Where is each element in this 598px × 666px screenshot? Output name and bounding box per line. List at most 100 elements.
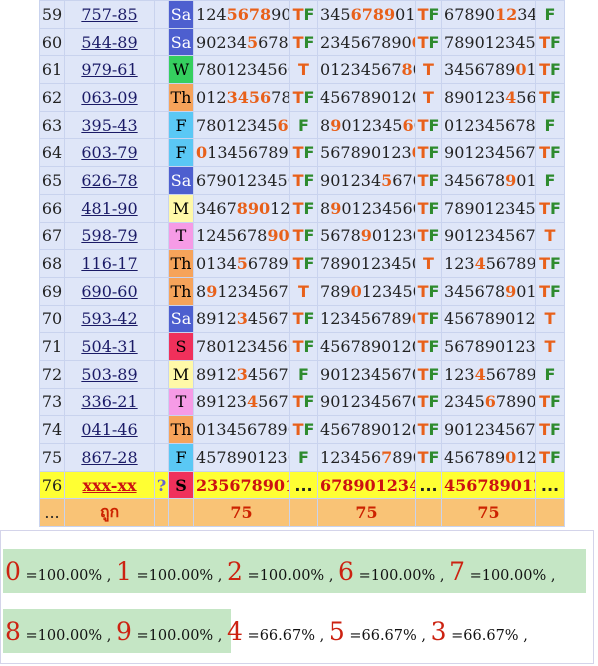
- digit: 0: [454, 226, 465, 246]
- draw-code-cell[interactable]: 544-89: [64, 27, 155, 57]
- digit: 6: [340, 420, 351, 440]
- draw-code-cell[interactable]: 481-90: [64, 193, 155, 223]
- result-letter: T: [539, 143, 550, 163]
- digit: 3: [382, 281, 393, 301]
- digit: 6: [268, 364, 279, 384]
- draw-code-cell[interactable]: 593-42: [64, 304, 155, 334]
- draw-code-link[interactable]: 116-17: [81, 254, 137, 273]
- draw-code-link[interactable]: 041-46: [81, 420, 137, 439]
- day-badge: M: [168, 193, 194, 223]
- row-number: 75: [39, 443, 65, 472]
- draw-code-link[interactable]: 481-90: [81, 199, 137, 218]
- digit: 1: [526, 60, 534, 79]
- result-cell: TF: [535, 55, 565, 85]
- digit-set: 9012345670: [441, 415, 536, 444]
- digit: 8: [281, 88, 288, 107]
- digit: 5: [505, 226, 516, 246]
- draw-code-link[interactable]: 979-61: [81, 60, 137, 79]
- digit: 8: [330, 281, 341, 301]
- digit: 8: [391, 309, 402, 329]
- result-cell: TF: [289, 83, 318, 112]
- draw-code-link[interactable]: xxx-xx: [82, 476, 136, 495]
- digit: 1: [526, 282, 534, 301]
- draw-code-cell[interactable]: 867-28: [64, 443, 155, 472]
- draw-code-cell[interactable]: 757-85: [64, 0, 155, 29]
- draw-code-cell[interactable]: 041-46: [64, 415, 155, 444]
- digit: 6: [464, 447, 475, 467]
- digit-set: 2345678900: [317, 27, 416, 57]
- empty-cell: [415, 498, 442, 528]
- digit: 3: [505, 32, 516, 52]
- digit: 3: [464, 254, 475, 274]
- draw-code-link[interactable]: 867-28: [81, 448, 137, 467]
- draw-code-link[interactable]: 544-89: [81, 33, 137, 52]
- digit: 1: [270, 198, 281, 218]
- digit: 9: [402, 447, 413, 467]
- draw-code-cell[interactable]: 626-78: [64, 166, 155, 195]
- draw-code-link[interactable]: 336-21: [81, 392, 137, 411]
- digit-set: 7890123450: [441, 27, 536, 57]
- draw-code-link[interactable]: 603-79: [81, 143, 137, 162]
- draw-code-link[interactable]: 504-31: [81, 337, 137, 356]
- draw-code-cell[interactable]: 063-09: [64, 83, 155, 112]
- digit: 6: [340, 337, 351, 357]
- digit: 6: [402, 198, 413, 218]
- draw-code-cell[interactable]: 336-21: [64, 387, 155, 417]
- day-badge: Sa: [168, 166, 194, 195]
- result-cell: ...: [289, 470, 318, 500]
- draw-code-link[interactable]: 598-79: [81, 226, 137, 245]
- empty-cell: [154, 359, 169, 389]
- draw-code-cell[interactable]: 116-17: [64, 249, 155, 278]
- result-letter: F: [428, 115, 440, 135]
- draw-code-link[interactable]: 626-78: [81, 171, 137, 190]
- digit: 7: [401, 364, 412, 384]
- digit: 8: [350, 226, 361, 246]
- draw-code-link[interactable]: 503-89: [81, 365, 137, 384]
- digit: 3: [402, 226, 413, 246]
- result-cell: TF: [289, 166, 318, 195]
- draw-code-link[interactable]: 757-85: [81, 5, 137, 24]
- stat-percent: =100.00%: [469, 568, 547, 584]
- draw-code-link[interactable]: 063-09: [81, 88, 137, 107]
- digit: 3: [246, 60, 258, 80]
- row-number: 65: [39, 166, 65, 195]
- draw-code-cell[interactable]: 598-79: [64, 221, 155, 251]
- digit: 5: [267, 115, 278, 135]
- draw-code-cell[interactable]: 603-79: [64, 138, 155, 168]
- result-letter: T: [544, 309, 556, 329]
- digit: 7: [320, 254, 331, 274]
- digit: 8: [196, 364, 207, 384]
- draw-code-link[interactable]: 593-42: [81, 309, 137, 328]
- empty-cell: [154, 387, 169, 417]
- stat-percent: =100.00%: [247, 568, 325, 584]
- digit: 4: [216, 226, 227, 246]
- result-letter: T: [292, 143, 304, 163]
- draw-code-cell[interactable]: 979-61: [64, 55, 155, 85]
- digit: 1: [257, 447, 268, 467]
- digit: 1: [320, 447, 331, 467]
- digit-set: 7890123450: [317, 249, 416, 278]
- draw-code-link[interactable]: 690-60: [81, 282, 137, 301]
- digit-stat: 2 =100.00% ,: [227, 557, 339, 586]
- draw-code-cell[interactable]: 395-43: [64, 110, 155, 140]
- digit: 9: [206, 309, 217, 329]
- result-letter: T: [292, 170, 304, 190]
- digit: 4: [444, 447, 455, 467]
- digit: 1: [361, 281, 372, 301]
- digit: 9: [370, 337, 382, 357]
- draw-code-cell[interactable]: 504-31: [64, 332, 155, 361]
- digit: 9: [526, 365, 534, 384]
- draw-code-cell[interactable]: 503-89: [64, 359, 155, 389]
- digit-set: 1234567890: [317, 304, 416, 334]
- digit: 2: [444, 392, 455, 412]
- draw-code-cell[interactable]: 690-60: [64, 276, 155, 306]
- draw-code-cell[interactable]: xxx-xx: [64, 470, 155, 500]
- result-cell: TF: [415, 166, 442, 195]
- result-letter: T: [417, 337, 429, 357]
- digit-set: 0134567890: [193, 138, 290, 168]
- digit: 4: [527, 5, 534, 24]
- digit: 9: [278, 254, 289, 274]
- digit: 5: [505, 143, 516, 163]
- result-letter: T: [417, 281, 429, 301]
- draw-code-link[interactable]: 395-43: [81, 116, 137, 135]
